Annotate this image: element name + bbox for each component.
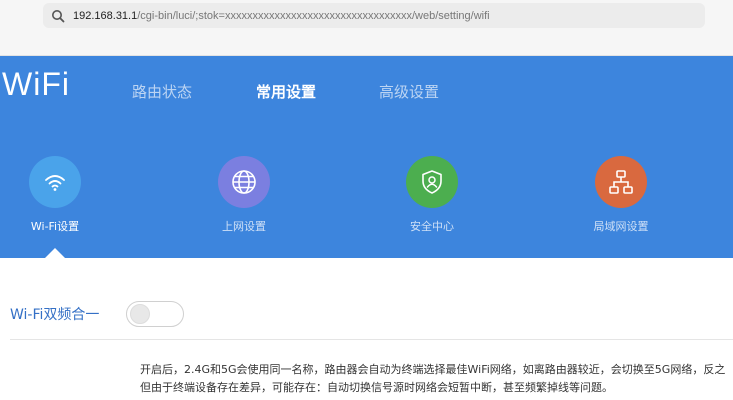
tile-internet-settings[interactable]: 上网设置 bbox=[184, 156, 304, 234]
tile-lan-label: 局域网设置 bbox=[593, 220, 649, 233]
router-header: WiFi 路由状态 常用设置 高级设置 Wi-Fi设置 上网设置 安全中心 局域… bbox=[0, 56, 733, 258]
toggle-knob bbox=[130, 304, 150, 324]
browser-toolbar: 192.168.31.1/cgi-bin/luci/;stok=xxxxxxxx… bbox=[0, 0, 733, 56]
description-line-1: 开启后，2.4G和5G会使用同一名称，路由器会自动为终端选择最佳WiFi网络，如… bbox=[140, 363, 726, 376]
nav-router-status[interactable]: 路由状态 bbox=[132, 81, 192, 102]
tile-wifi-circle bbox=[29, 156, 81, 208]
description-line-2: 但由于终端设备存在差异，可能存在：自动切换信号源时网络会短暂中断，甚至频繁掉线等… bbox=[140, 381, 613, 394]
tile-wifi-settings[interactable]: Wi-Fi设置 bbox=[0, 156, 115, 234]
address-bar[interactable]: 192.168.31.1/cgi-bin/luci/;stok=xxxxxxxx… bbox=[43, 3, 705, 28]
network-icon bbox=[609, 170, 633, 194]
tile-security-center[interactable]: 安全中心 bbox=[372, 156, 492, 234]
globe-icon bbox=[232, 170, 256, 194]
dual-band-label: Wi-Fi双频合一 bbox=[10, 307, 100, 323]
tile-internet-label: 上网设置 bbox=[222, 220, 266, 233]
wifi-icon bbox=[45, 175, 65, 191]
tile-security-circle bbox=[406, 156, 458, 208]
section-divider bbox=[10, 339, 733, 340]
dual-band-toggle[interactable] bbox=[126, 301, 184, 327]
url-path: /cgi-bin/luci/;stok=xxxxxxxxxxxxxxxxxxxx… bbox=[137, 9, 490, 22]
tile-lan-settings[interactable]: 局域网设置 bbox=[561, 156, 681, 234]
tile-wifi-label: Wi-Fi设置 bbox=[30, 220, 80, 233]
search-icon bbox=[52, 9, 65, 22]
active-tile-pointer bbox=[45, 248, 65, 258]
shield-icon bbox=[422, 170, 442, 194]
tile-internet-circle bbox=[218, 156, 270, 208]
url-host: 192.168.31.1 bbox=[73, 9, 138, 22]
url-text[interactable]: 192.168.31.1/cgi-bin/luci/;stok=xxxxxxxx… bbox=[73, 10, 490, 22]
nav-common-settings[interactable]: 常用设置 bbox=[256, 81, 316, 102]
tile-security-label: 安全中心 bbox=[410, 220, 454, 233]
wifi-logo: WiFi bbox=[2, 66, 70, 102]
nav-advanced-settings[interactable]: 高级设置 bbox=[379, 81, 439, 102]
tile-lan-circle bbox=[595, 156, 647, 208]
